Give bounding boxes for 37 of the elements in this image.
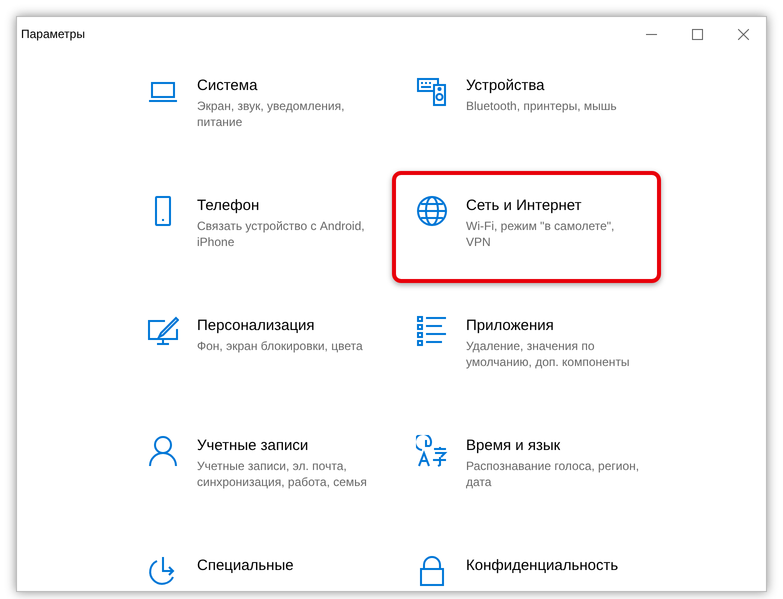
category-description: Связать устройство с Android, iPhone	[197, 218, 366, 250]
list-icon	[416, 315, 448, 347]
settings-category[interactable]: Персонализация Фон, экран блокировки, цвета	[123, 291, 392, 403]
window-title: Параметры	[21, 27, 86, 41]
category-description: Bluetooth, принтеры, мышь	[466, 98, 617, 114]
category-description: Wi-Fi, режим "в самолете", VPN	[466, 218, 616, 250]
settings-category[interactable]: Телефон Связать устройство с Android, iPhone	[123, 171, 392, 283]
category-title: Приложения	[466, 317, 555, 334]
category-description: Распознавание голоса, регион, дата	[466, 458, 640, 490]
category-title: Система	[197, 77, 258, 94]
category-title: Сеть и Интернет	[466, 197, 583, 214]
settings-category[interactable]: Система Экран, звук, уведомления, питание	[123, 51, 392, 163]
monitor-brush-icon	[147, 315, 179, 347]
category-description: Учетные записи, эл. почта, синхронизация, работа, семья	[197, 458, 368, 490]
settings-category[interactable]: Учетные записи Учетные записи, эл. почта, синхронизация, работа, семья	[123, 411, 392, 523]
close-icon	[738, 28, 748, 40]
maximize-icon	[692, 28, 702, 40]
category-title: Специальные	[197, 557, 294, 574]
category-title: Персонализация	[197, 317, 316, 334]
category-title: Время и язык	[466, 437, 562, 454]
settings-category[interactable]: Специальные	[123, 531, 392, 591]
category-description: Удаление, значения по умолчанию, доп. компоненты	[466, 338, 631, 370]
settings-category[interactable]: Устройства Bluetooth, принтеры, мышь	[392, 51, 661, 163]
person-icon	[147, 435, 179, 467]
settings-category[interactable]: Сеть и Интернет Wi-Fi, режим "в самолете", VPN	[392, 171, 661, 283]
category-title: Устройства	[466, 77, 546, 94]
category-description: Фон, экран блокировки, цвета	[197, 338, 363, 354]
settings-category[interactable]: Приложения Удаление, значения по умолчанию, доп. компоненты	[392, 291, 661, 403]
category-description: Экран, звук, уведомления, питание	[197, 98, 346, 130]
category-title: Учетные записи	[197, 437, 310, 454]
category-title: Телефон	[197, 197, 260, 214]
globe-icon	[416, 195, 448, 227]
settings-category[interactable]: Конфиденциальность	[392, 531, 661, 591]
category-title: Конфиденциальность	[466, 557, 618, 574]
keyboard-speaker-icon	[416, 75, 448, 107]
settings-category[interactable]: Время и язык Распознавание голоса, регион, дата	[392, 411, 661, 523]
clock-letters-icon	[416, 435, 448, 467]
